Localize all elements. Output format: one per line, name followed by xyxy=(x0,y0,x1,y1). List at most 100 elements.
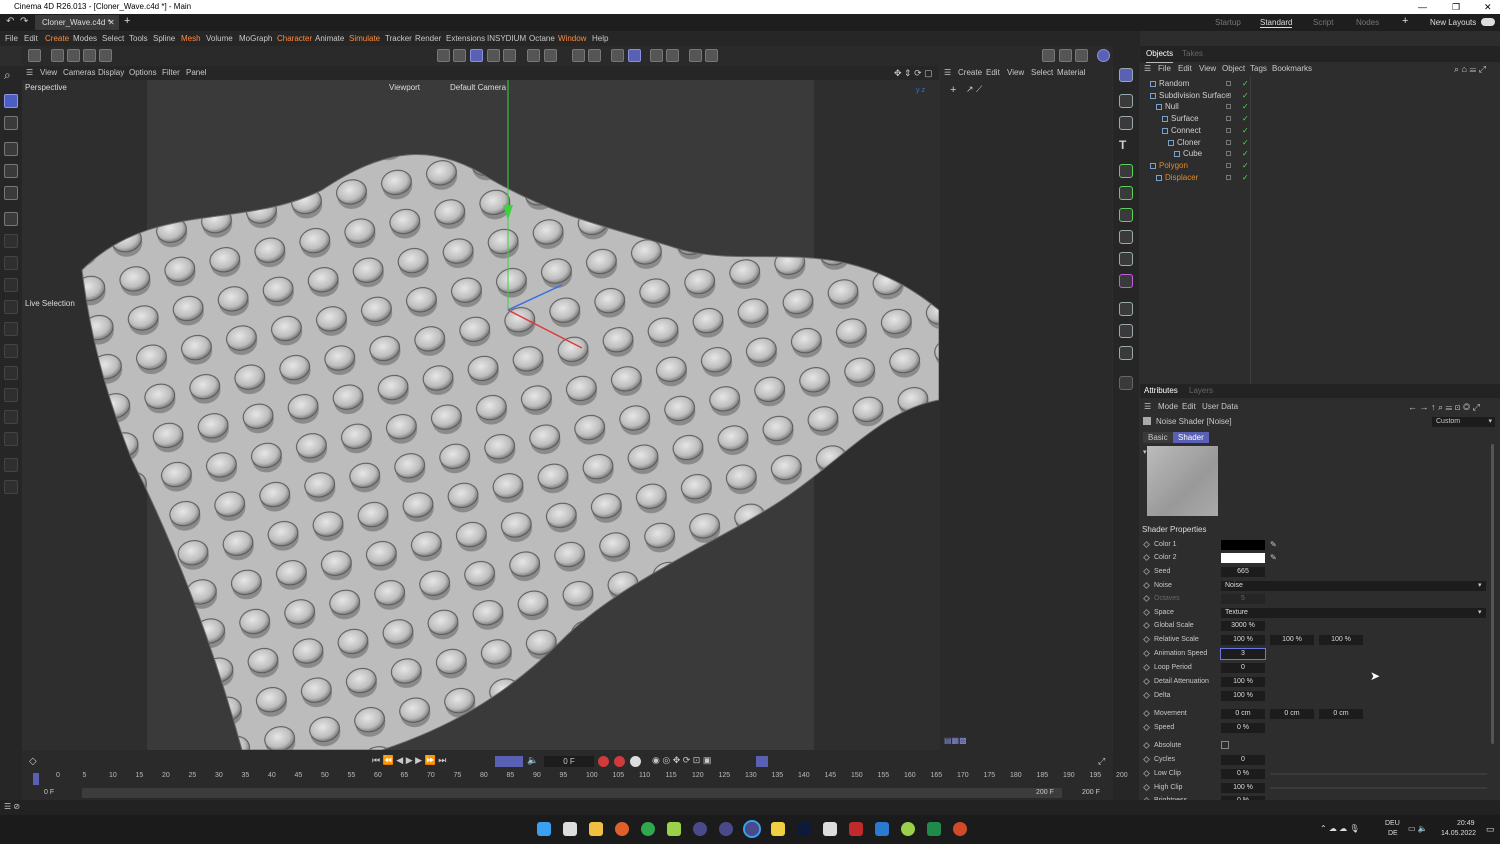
box-selection-tool-icon[interactable] xyxy=(4,116,18,130)
menu-help[interactable]: Help xyxy=(592,31,608,46)
animate-icon[interactable] xyxy=(1142,608,1151,617)
am-menu-edit[interactable]: Edit xyxy=(1182,400,1196,414)
animate-icon[interactable] xyxy=(1142,691,1151,700)
mograph-icon[interactable] xyxy=(1119,274,1133,288)
preset-dropdown[interactable]: Custom ▾ xyxy=(1432,417,1495,427)
attr-value-3[interactable]: 100 % xyxy=(1319,635,1363,645)
coordinate-system-icon[interactable] xyxy=(99,49,112,62)
render-settings-icon[interactable] xyxy=(689,49,702,62)
loop-icon[interactable] xyxy=(495,756,523,767)
am-menu-user-data[interactable]: User Data xyxy=(1202,400,1238,414)
visibility-dot-icon[interactable] xyxy=(1226,116,1231,122)
animate-icon[interactable] xyxy=(1142,567,1151,576)
animate-icon[interactable] xyxy=(1142,663,1151,672)
undo-icon[interactable]: ↶ xyxy=(6,16,14,27)
subtab-basic[interactable]: Basic xyxy=(1143,432,1173,443)
polygons-mode-icon[interactable] xyxy=(527,49,540,62)
attr-value[interactable]: 3 xyxy=(1220,648,1266,660)
object-palette-icon[interactable] xyxy=(1097,49,1110,62)
animate-icon[interactable] xyxy=(1142,723,1151,732)
camera-icon[interactable] xyxy=(1119,324,1133,338)
object-row[interactable]: Subdivision Surface ✓ xyxy=(1140,90,1500,102)
enabled-check-icon[interactable]: ✓ xyxy=(1242,160,1249,172)
keyframe-selection-icon[interactable] xyxy=(630,756,641,767)
redo-icon[interactable]: ↷ xyxy=(20,16,28,27)
mm-menu-view[interactable]: View xyxy=(1007,66,1024,80)
mm-menu-create[interactable]: Create xyxy=(958,66,982,80)
minimize-button[interactable]: — xyxy=(1418,0,1427,14)
object-row[interactable]: Random ✓ xyxy=(1140,78,1500,90)
attr-value[interactable]: 0 % xyxy=(1221,769,1265,779)
viewport-hud-label[interactable]: Viewport xyxy=(389,83,420,92)
material-tools-icon[interactable]: ↗ ⟋ xyxy=(966,84,982,95)
windows-start-icon[interactable] xyxy=(537,822,551,836)
menu-create[interactable]: Create xyxy=(45,31,69,46)
z-axis-lock-icon[interactable] xyxy=(83,49,96,62)
android-icon[interactable] xyxy=(901,822,915,836)
attr-value[interactable]: 100 % xyxy=(1221,677,1265,687)
knife-tool-icon[interactable] xyxy=(4,234,18,248)
menu-modes[interactable]: Modes xyxy=(73,31,97,46)
animate-icon[interactable] xyxy=(1142,581,1151,590)
field-icon[interactable] xyxy=(1119,252,1133,266)
layout-script[interactable]: Script xyxy=(1313,18,1333,27)
status-menu-icon[interactable]: ☰ ⊘ xyxy=(4,802,20,811)
object-row[interactable]: Surface ✓ xyxy=(1140,113,1500,125)
viewport-navigation-icons[interactable]: ✥ ⇕ ⟳ ▢ xyxy=(894,66,933,80)
om-menu-edit[interactable]: Edit xyxy=(1178,62,1192,76)
tab-objects[interactable]: Objects xyxy=(1146,46,1174,63)
visibility-dot-icon[interactable] xyxy=(1226,104,1231,110)
brush-tool-icon[interactable] xyxy=(4,212,18,226)
visibility-dot-icon[interactable] xyxy=(1226,151,1231,157)
menu-spline[interactable]: Spline xyxy=(153,31,175,46)
layout-nodes[interactable]: Nodes xyxy=(1356,18,1379,27)
task-view-icon[interactable] xyxy=(563,822,577,836)
generator-icon[interactable] xyxy=(1119,164,1133,178)
edit-icon[interactable] xyxy=(1119,376,1133,390)
tab-takes[interactable]: Takes xyxy=(1182,46,1203,62)
attr-value[interactable] xyxy=(1221,741,1229,749)
menu-mograph[interactable]: MoGraph xyxy=(239,31,272,46)
add-layout-icon[interactable]: + xyxy=(1402,15,1408,27)
network-volume-icons[interactable]: ▭ 🔈 xyxy=(1408,824,1428,833)
close-tab-icon[interactable]: ✕ xyxy=(108,15,115,30)
attr-value[interactable]: 0 cm xyxy=(1221,709,1265,719)
polygon-pen-tool-icon[interactable] xyxy=(4,344,18,358)
excel-icon[interactable] xyxy=(927,822,941,836)
current-frame-field[interactable]: 0 F xyxy=(544,756,594,767)
menu-edit[interactable]: Edit xyxy=(24,31,38,46)
animate-icon[interactable] xyxy=(1142,755,1151,764)
visibility-dot-icon[interactable] xyxy=(1226,127,1231,133)
attr-value[interactable]: 0 xyxy=(1221,663,1265,673)
language-indicator-2[interactable]: DE xyxy=(1388,830,1398,837)
attr-value[interactable]: 665 xyxy=(1221,567,1265,577)
camera-label[interactable]: Default Camera xyxy=(450,83,506,92)
playhead[interactable] xyxy=(33,773,39,785)
object-mode-icon[interactable] xyxy=(470,49,483,62)
enabled-check-icon[interactable]: ✓ xyxy=(1242,90,1249,102)
animate-icon[interactable] xyxy=(1142,635,1151,644)
om-tool-icons[interactable]: ⌕ ⌂ ☰ ⤢ xyxy=(1454,62,1486,76)
menu-file[interactable]: File xyxy=(5,31,18,46)
attr-value[interactable]: 0 xyxy=(1221,755,1265,765)
slider-track[interactable] xyxy=(1270,787,1487,789)
menu-mesh[interactable]: Mesh xyxy=(181,31,201,46)
animate-icon[interactable] xyxy=(1142,553,1151,562)
layout-startup[interactable]: Startup xyxy=(1215,18,1241,27)
toggle-icon[interactable] xyxy=(1481,18,1495,26)
enabled-check-icon[interactable]: ✓ xyxy=(1242,125,1249,137)
slide-tool-icon[interactable] xyxy=(4,388,18,402)
attr-value[interactable]: 100 % xyxy=(1221,783,1265,793)
color-picker-icon[interactable]: ✎ xyxy=(1270,553,1277,562)
language-indicator[interactable]: DEU xyxy=(1385,820,1400,827)
tray-icons[interactable]: ⌃ ☁ ☁ 🎙 xyxy=(1320,824,1360,833)
attr-value-2[interactable]: 100 % xyxy=(1270,635,1314,645)
uv-mode-icon[interactable] xyxy=(544,49,557,62)
om-menu-bookmarks[interactable]: Bookmarks xyxy=(1272,62,1312,76)
deformer-icon[interactable] xyxy=(1119,230,1133,244)
animate-icon[interactable] xyxy=(1142,741,1151,750)
vp-menu-display[interactable]: Display xyxy=(98,66,124,80)
stitch-tool-icon[interactable] xyxy=(4,458,18,472)
visibility-dot-icon[interactable] xyxy=(1226,139,1231,145)
snap-icon[interactable] xyxy=(572,49,585,62)
